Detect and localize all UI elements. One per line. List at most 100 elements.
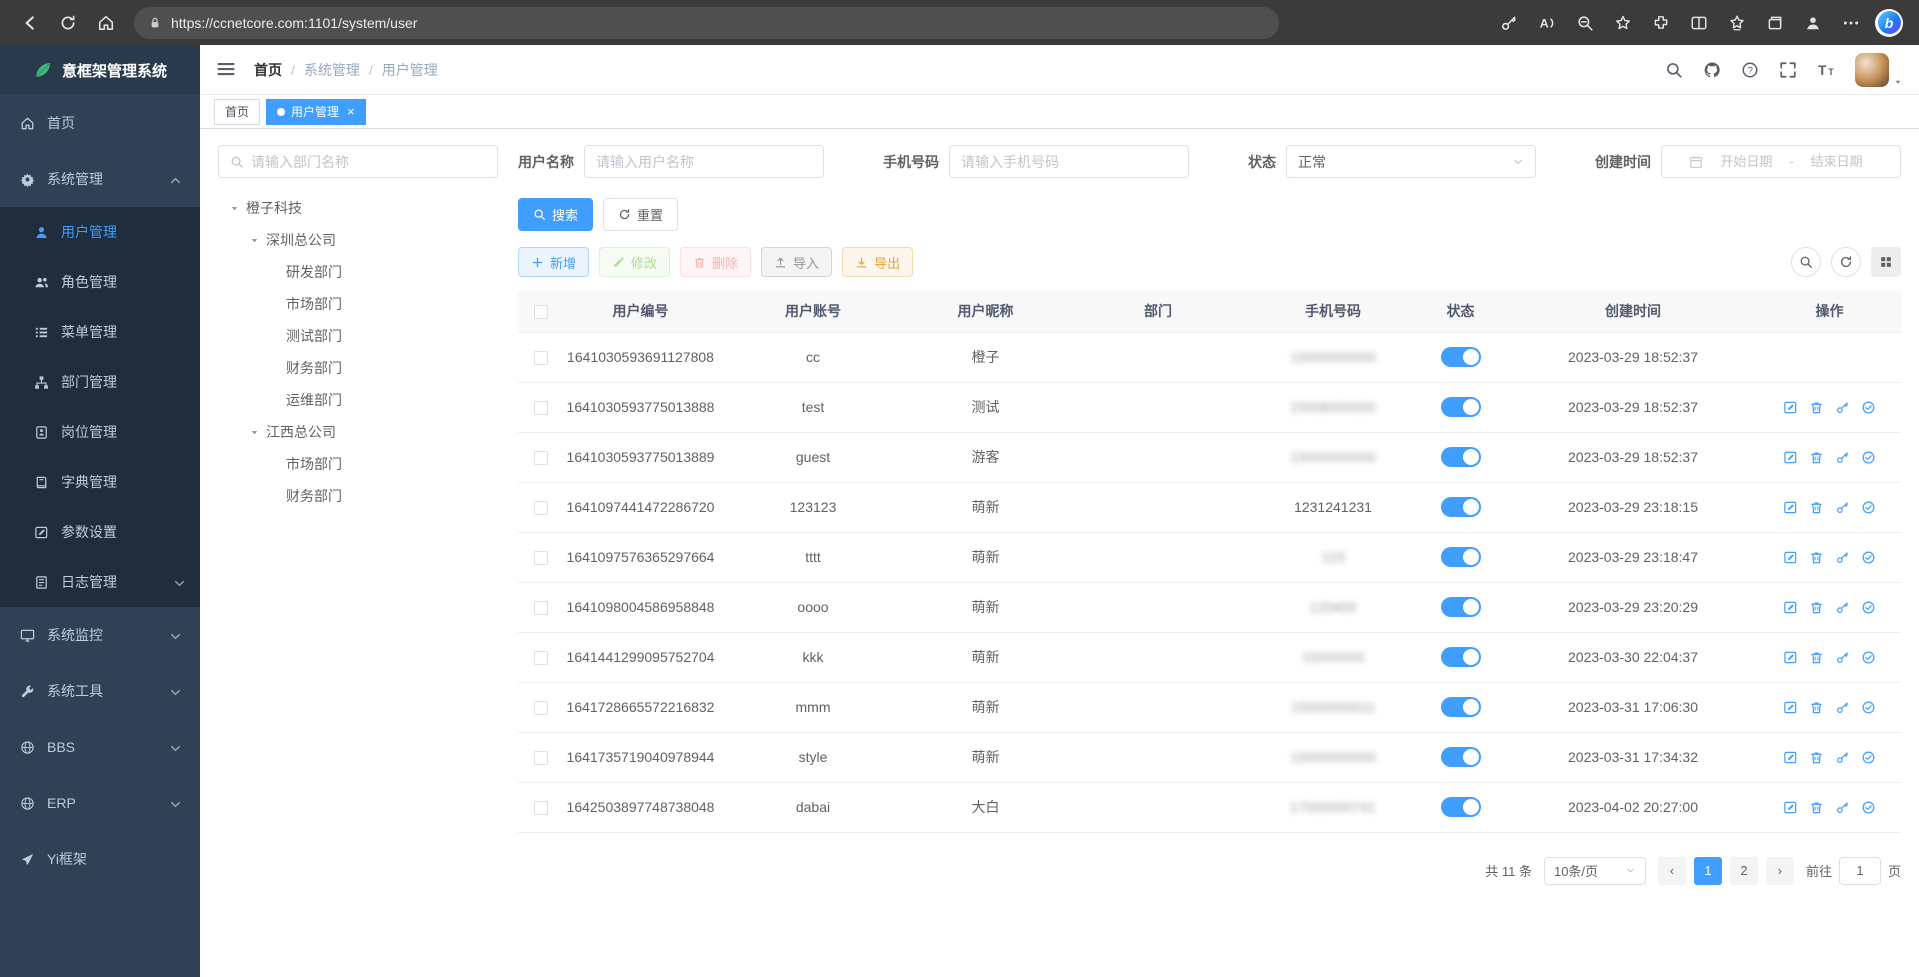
tree-node-财务部门[interactable]: 财务部门 — [218, 480, 498, 512]
delete-action-button[interactable] — [1809, 800, 1825, 816]
assign-role-action-button[interactable] — [1861, 550, 1877, 566]
question-button[interactable]: ? — [1741, 61, 1759, 79]
delete-action-button[interactable] — [1809, 650, 1825, 666]
sidebar-item-系统管理[interactable]: 系统管理 — [0, 151, 200, 207]
home-button[interactable] — [88, 6, 124, 40]
collections-button[interactable] — [1757, 6, 1793, 40]
reset-password-action-button[interactable] — [1835, 700, 1851, 716]
assign-role-action-button[interactable] — [1861, 800, 1877, 816]
edit-action-button[interactable] — [1783, 750, 1799, 766]
sidebar-item-BBS[interactable]: BBS — [0, 719, 200, 775]
row-checkbox[interactable] — [534, 651, 548, 665]
sidebar-item-首页[interactable]: 首页 — [0, 95, 200, 151]
reset-button[interactable]: 重置 — [603, 198, 678, 231]
edit-action-button[interactable] — [1783, 400, 1799, 416]
tree-node-深圳总公司[interactable]: 深圳总公司 — [218, 224, 498, 256]
row-checkbox[interactable] — [534, 501, 548, 515]
sidebar-item-部门管理[interactable]: 部门管理 — [0, 357, 200, 407]
collapse-sidebar-icon[interactable] — [216, 59, 238, 81]
sidebar-item-ERP[interactable]: ERP — [0, 775, 200, 831]
status-toggle[interactable] — [1441, 547, 1481, 567]
row-checkbox[interactable] — [534, 451, 548, 465]
status-toggle[interactable] — [1441, 497, 1481, 517]
sidebar-item-岗位管理[interactable]: 岗位管理 — [0, 407, 200, 457]
assign-role-action-button[interactable] — [1861, 450, 1877, 466]
edit-action-button[interactable] — [1783, 800, 1799, 816]
reset-password-action-button[interactable] — [1835, 600, 1851, 616]
assign-role-action-button[interactable] — [1861, 400, 1877, 416]
edit-action-button[interactable] — [1783, 600, 1799, 616]
delete-action-button[interactable] — [1809, 700, 1825, 716]
row-checkbox[interactable] — [534, 401, 548, 415]
fullscreen-button[interactable] — [1779, 61, 1797, 79]
row-checkbox[interactable] — [534, 351, 548, 365]
assign-role-action-button[interactable] — [1861, 700, 1877, 716]
phone-input[interactable] — [961, 154, 1177, 170]
delete-action-button[interactable] — [1809, 550, 1825, 566]
reset-password-action-button[interactable] — [1835, 400, 1851, 416]
reset-password-action-button[interactable] — [1835, 750, 1851, 766]
search-toggle-button[interactable] — [1791, 247, 1821, 277]
tab-用户管理[interactable]: 用户管理 × — [266, 99, 366, 125]
status-toggle[interactable] — [1441, 347, 1481, 367]
tree-node-市场部门[interactable]: 市场部门 — [218, 288, 498, 320]
sidebar-item-参数设置[interactable]: 参数设置 — [0, 507, 200, 557]
search-button[interactable] — [1665, 61, 1683, 79]
row-checkbox[interactable] — [534, 551, 548, 565]
reset-password-action-button[interactable] — [1835, 650, 1851, 666]
edit-action-button[interactable] — [1783, 700, 1799, 716]
refresh-button[interactable] — [50, 6, 86, 40]
status-toggle[interactable] — [1441, 597, 1481, 617]
split-screen-button[interactable] — [1681, 6, 1717, 40]
delete-action-button[interactable] — [1809, 400, 1825, 416]
page-button-2[interactable]: 2 — [1730, 857, 1758, 885]
delete-action-button[interactable] — [1809, 450, 1825, 466]
copilot-button[interactable]: b — [1871, 6, 1907, 40]
delete-action-button[interactable] — [1809, 750, 1825, 766]
username-input[interactable] — [596, 154, 812, 170]
sidebar-item-角色管理[interactable]: 角色管理 — [0, 257, 200, 307]
font-size-button[interactable]: TT — [1817, 61, 1835, 79]
delete-action-button[interactable] — [1809, 600, 1825, 616]
sidebar-item-菜单管理[interactable]: 菜单管理 — [0, 307, 200, 357]
导出-button[interactable]: 导出 — [842, 247, 913, 277]
profile-button[interactable] — [1795, 6, 1831, 40]
导入-button[interactable]: 导入 — [761, 247, 832, 277]
reset-password-action-button[interactable] — [1835, 550, 1851, 566]
page-size-select[interactable]: 10条/页 — [1544, 857, 1646, 885]
favorites-button[interactable] — [1719, 6, 1755, 40]
refresh-button[interactable] — [1831, 247, 1861, 277]
breadcrumb-item[interactable]: 系统管理 — [304, 60, 360, 80]
grid-columns-button[interactable] — [1871, 247, 1901, 277]
status-toggle[interactable] — [1441, 647, 1481, 667]
close-tab-icon[interactable]: × — [347, 105, 355, 118]
user-avatar-menu[interactable] — [1855, 53, 1903, 87]
breadcrumb-item[interactable]: 首页 — [254, 60, 282, 80]
row-checkbox[interactable] — [534, 751, 548, 765]
back-button[interactable] — [12, 6, 48, 40]
next-page-button[interactable]: › — [1766, 857, 1794, 885]
read-aloud-button[interactable]: A — [1529, 6, 1565, 40]
assign-role-action-button[interactable] — [1861, 500, 1877, 516]
status-select[interactable]: 正常 — [1286, 145, 1536, 178]
page-button-1[interactable]: 1 — [1694, 857, 1722, 885]
date-end-input[interactable] — [1801, 154, 1873, 169]
address-bar[interactable]: https://ccnetcore.com:1101/system/user — [134, 7, 1279, 39]
tree-node-市场部门[interactable]: 市场部门 — [218, 448, 498, 480]
修改-button[interactable]: 修改 — [599, 247, 670, 277]
tree-node-运维部门[interactable]: 运维部门 — [218, 384, 498, 416]
sidebar-item-字典管理[interactable]: 字典管理 — [0, 457, 200, 507]
github-button[interactable] — [1703, 61, 1721, 79]
select-all-checkbox[interactable] — [534, 305, 548, 319]
tree-node-橙子科技[interactable]: 橙子科技 — [218, 192, 498, 224]
prev-page-button[interactable]: ‹ — [1658, 857, 1686, 885]
delete-action-button[interactable] — [1809, 500, 1825, 516]
新增-button[interactable]: 新增 — [518, 247, 589, 277]
tab-首页[interactable]: 首页 — [214, 99, 260, 125]
edit-action-button[interactable] — [1783, 450, 1799, 466]
row-checkbox[interactable] — [534, 701, 548, 715]
tree-node-江西总公司[interactable]: 江西总公司 — [218, 416, 498, 448]
tree-node-财务部门[interactable]: 财务部门 — [218, 352, 498, 384]
date-start-input[interactable] — [1710, 154, 1782, 169]
删除-button[interactable]: 删除 — [680, 247, 751, 277]
